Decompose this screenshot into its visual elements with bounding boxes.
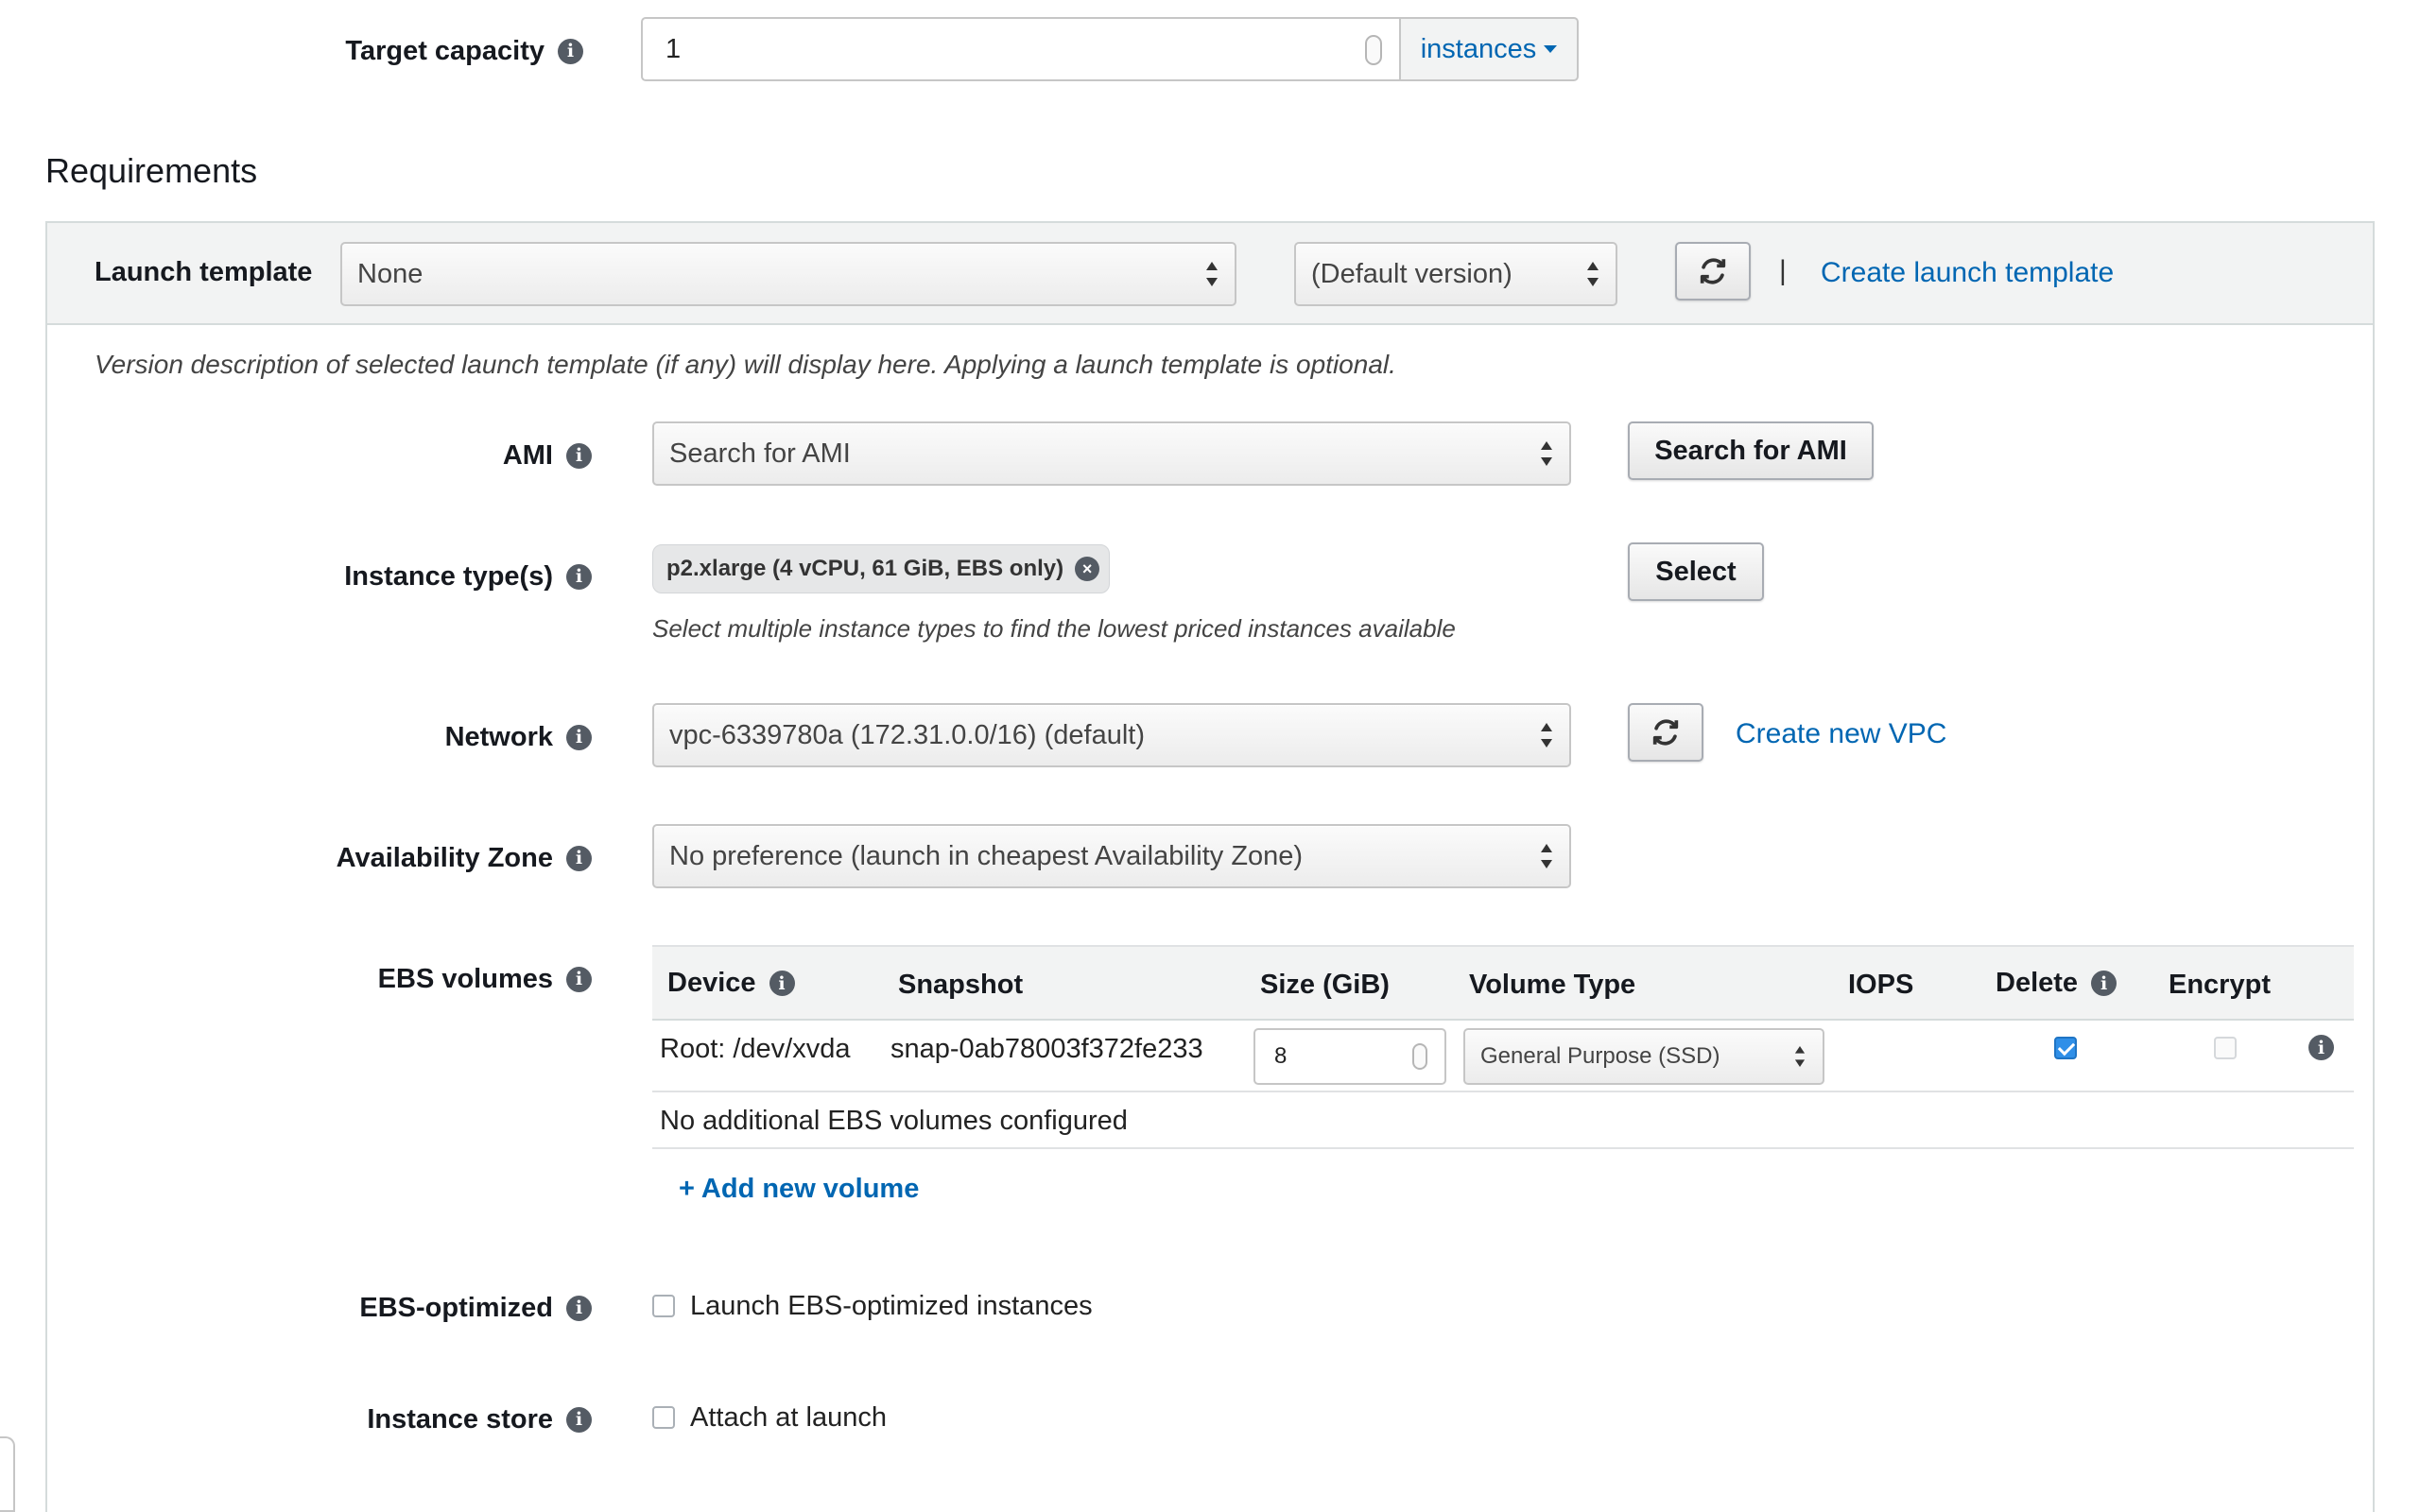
instance-type-token: p2.xlarge (4 vCPU, 61 GiB, EBS only) ×: [652, 544, 1110, 593]
ebs-optimized-checkbox[interactable]: [652, 1295, 675, 1317]
availability-zone-label: Availability Zone i: [189, 839, 592, 877]
refresh-templates-button[interactable]: [1675, 242, 1751, 301]
target-capacity-label: Target capacity i: [189, 32, 583, 70]
network-select[interactable]: vpc-6339780a (172.31.0.0/16) (default): [652, 703, 1571, 767]
select-arrows-icon: [1794, 1045, 1806, 1068]
col-header-delete: Delete i: [1996, 968, 2118, 999]
separator: |: [1779, 255, 1787, 286]
availability-zone-select[interactable]: No preference (launch in cheapest Availa…: [652, 824, 1571, 888]
instance-types-hint: Select multiple instance types to find t…: [652, 614, 1456, 643]
info-icon[interactable]: i: [566, 563, 592, 590]
ami-select[interactable]: Search for AMI: [652, 421, 1571, 486]
info-icon[interactable]: i: [566, 845, 592, 871]
launch-template-select[interactable]: None: [340, 242, 1236, 306]
refresh-icon: [1652, 719, 1679, 746]
info-icon[interactable]: i: [2308, 1035, 2334, 1060]
ebs-optimized-label: EBS-optimized i: [189, 1289, 592, 1327]
create-launch-template-link[interactable]: Create launch template: [1821, 257, 2114, 289]
create-new-vpc-link[interactable]: Create new VPC: [1736, 718, 1946, 750]
select-arrows-icon: [1587, 262, 1599, 286]
instance-store-checkbox-label[interactable]: Attach at launch: [690, 1402, 887, 1434]
launch-template-label: Launch template: [95, 257, 313, 287]
ami-label: AMI i: [189, 437, 592, 474]
template-version-select[interactable]: (Default version): [1294, 242, 1617, 306]
caret-down-icon: [1544, 45, 1558, 53]
launch-template-description: Version description of selected launch t…: [95, 350, 1396, 379]
no-additional-volumes-note: No additional EBS volumes configured: [660, 1106, 1128, 1136]
instance-store-label: Instance store i: [189, 1400, 592, 1438]
target-capacity-input[interactable]: 1: [641, 17, 1399, 81]
volume-type-select[interactable]: General Purpose (SSD): [1463, 1028, 1824, 1085]
capacity-unit-dropdown[interactable]: instances: [1399, 17, 1579, 81]
ebs-optimized-checkbox-label[interactable]: Launch EBS-optimized instances: [690, 1291, 1093, 1322]
number-stepper[interactable]: [1365, 35, 1382, 65]
select-arrows-icon: [1541, 723, 1552, 747]
instance-store-checkbox[interactable]: [652, 1406, 675, 1429]
col-header-device: Device i: [667, 968, 795, 999]
col-header-snapshot: Snapshot: [898, 970, 1024, 1000]
select-instance-type-button[interactable]: Select: [1628, 542, 1764, 601]
add-new-volume-link[interactable]: + Add new volume: [679, 1174, 919, 1205]
search-ami-button[interactable]: Search for AMI: [1628, 421, 1874, 480]
info-icon[interactable]: i: [769, 971, 795, 996]
refresh-icon: [1700, 258, 1726, 284]
col-header-iops: IOPS: [1848, 970, 1914, 1000]
col-header-encrypt: Encrypt: [2169, 970, 2271, 1000]
col-header-volume-type: Volume Type: [1469, 970, 1636, 1000]
device-cell: Root: /dev/xvda: [660, 1034, 851, 1064]
side-panel-edge: [0, 1436, 15, 1512]
select-arrows-icon: [1206, 262, 1218, 286]
delete-on-termination-checkbox[interactable]: [2054, 1037, 2077, 1059]
number-stepper[interactable]: [1412, 1043, 1427, 1070]
refresh-network-button[interactable]: [1628, 703, 1703, 762]
info-icon[interactable]: i: [566, 442, 592, 469]
instance-types-label: Instance type(s) i: [189, 558, 592, 595]
info-icon[interactable]: i: [566, 1295, 592, 1321]
col-header-size: Size (GiB): [1260, 970, 1390, 1000]
info-icon[interactable]: i: [566, 966, 592, 992]
info-icon[interactable]: i: [2091, 971, 2118, 996]
encrypt-checkbox[interactable]: [2214, 1037, 2237, 1059]
size-input[interactable]: 8: [1253, 1028, 1446, 1085]
remove-token-icon[interactable]: ×: [1075, 557, 1100, 581]
select-arrows-icon: [1541, 441, 1552, 466]
snapshot-cell: snap-0ab78003f372fe233: [890, 1034, 1203, 1064]
info-icon[interactable]: i: [566, 724, 592, 750]
info-icon[interactable]: i: [558, 38, 583, 64]
info-icon[interactable]: i: [566, 1406, 592, 1433]
select-arrows-icon: [1541, 844, 1552, 868]
network-label: Network i: [189, 718, 592, 756]
ebs-volumes-label: EBS volumes i: [189, 960, 592, 998]
section-heading: Requirements: [45, 151, 258, 190]
